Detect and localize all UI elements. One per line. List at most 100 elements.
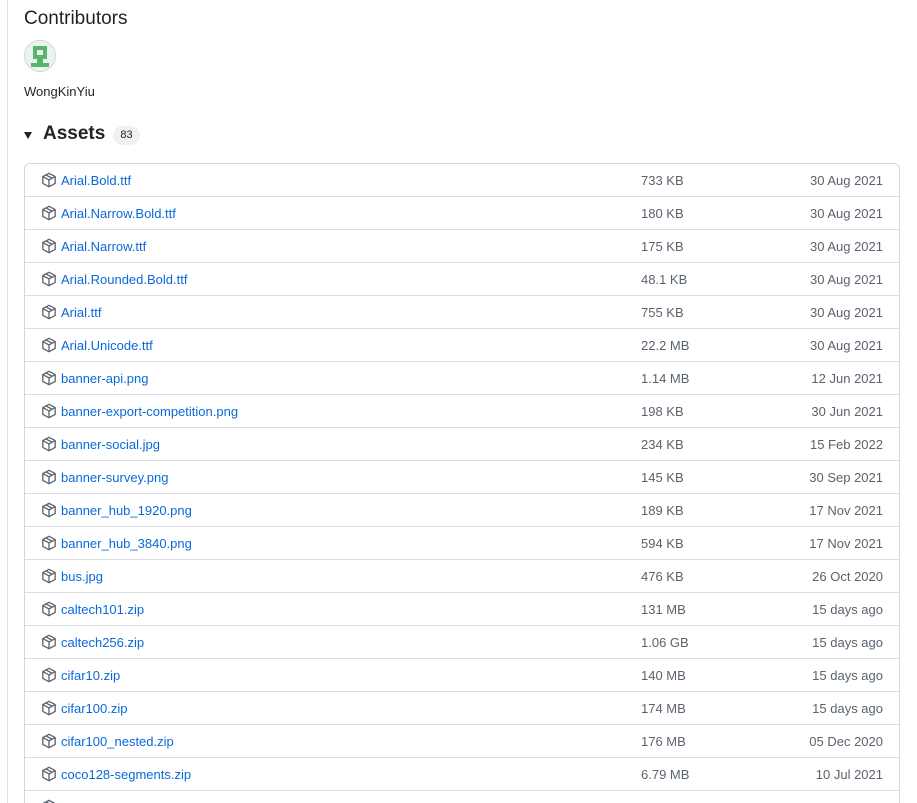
asset-download-link[interactable]: Arial.Unicode.ttf xyxy=(61,337,153,355)
asset-date: 15 days ago xyxy=(812,635,883,650)
asset-download-link[interactable]: cifar100.zip xyxy=(61,700,127,718)
asset-size: 1.06 GB xyxy=(641,635,689,650)
release-page: Contributors WongKinYiu Assets 83 Arial.… xyxy=(0,0,917,803)
column-divider xyxy=(7,0,8,803)
asset-row: cifar100_nested.zip 176 MB 05 Dec 2020 xyxy=(25,725,899,758)
asset-size: 733 KB xyxy=(641,173,684,188)
asset-size: 234 KB xyxy=(641,437,684,452)
package-icon xyxy=(41,238,57,254)
package-icon xyxy=(41,271,57,287)
asset-row: coco128-segments.zip 6.79 MB 10 Jul 2021 xyxy=(25,758,899,791)
package-icon xyxy=(41,700,57,716)
asset-size: 176 MB xyxy=(641,734,686,749)
asset-date: 30 Aug 2021 xyxy=(809,272,883,287)
asset-size: 198 KB xyxy=(641,404,684,419)
asset-download-link[interactable]: Arial.Narrow.Bold.ttf xyxy=(61,205,176,223)
assets-heading: Assets xyxy=(43,123,106,144)
asset-download-link[interactable]: cifar100_nested.zip xyxy=(61,733,174,751)
asset-download-link[interactable]: Arial.Bold.ttf xyxy=(61,172,131,190)
asset-download-link[interactable]: bus.jpg xyxy=(61,568,103,586)
asset-date: 15 days ago xyxy=(812,602,883,617)
package-icon xyxy=(41,502,57,518)
asset-download-link[interactable]: cifar10.zip xyxy=(61,667,120,685)
asset-download-link[interactable]: banner-api.png xyxy=(61,370,148,388)
asset-row: banner-export-competition.png 198 KB 30 Ju… xyxy=(25,395,899,428)
asset-download-link[interactable]: banner-social.jpg xyxy=(61,436,160,454)
asset-date: 15 Feb 2022 xyxy=(809,437,883,452)
asset-date: 15 days ago xyxy=(812,668,883,683)
package-icon xyxy=(41,766,57,782)
asset-date: 05 Dec 2020 xyxy=(809,734,883,749)
asset-date: 17 Nov 2021 xyxy=(809,536,883,551)
asset-download-link[interactable]: banner-survey.png xyxy=(61,469,168,487)
package-icon xyxy=(41,436,57,452)
asset-row: bus.jpg 476 KB 26 Oct 2020 xyxy=(25,560,899,593)
asset-download-link[interactable]: banner_hub_3840.png xyxy=(61,535,192,553)
package-icon xyxy=(41,304,57,320)
package-icon xyxy=(41,172,57,188)
asset-date: 12 Jun 2021 xyxy=(811,371,883,386)
asset-row: caltech256.zip 1.06 GB 15 days ago xyxy=(25,626,899,659)
asset-date: 10 Jul 2021 xyxy=(815,767,883,782)
asset-size: 180 KB xyxy=(641,206,684,221)
asset-row: Arial.Rounded.Bold.ttf 48.1 KB 30 Aug 2021 xyxy=(25,263,899,296)
assets-toggle[interactable]: Assets 83 xyxy=(24,122,140,146)
asset-size: 131 MB xyxy=(641,602,686,617)
package-icon xyxy=(41,337,57,353)
asset-size: 755 KB xyxy=(641,305,684,320)
contributor-name[interactable]: WongKinYiu xyxy=(24,83,95,101)
asset-date: 17 Nov 2021 xyxy=(809,503,883,518)
asset-date: 30 Aug 2021 xyxy=(809,206,883,221)
identicon-icon xyxy=(25,41,55,71)
package-icon xyxy=(41,370,57,386)
asset-download-link[interactable]: banner-export-competition.png xyxy=(61,403,238,421)
asset-date: 30 Aug 2021 xyxy=(809,239,883,254)
assets-count-badge: 83 xyxy=(113,126,140,145)
asset-download-link[interactable]: coco128-segments.zip xyxy=(61,766,191,784)
asset-size: 189 KB xyxy=(641,503,684,518)
asset-row: banner_hub_3840.png 594 KB 17 Nov 2021 xyxy=(25,527,899,560)
asset-download-link[interactable]: Arial.Narrow.ttf xyxy=(61,238,146,256)
package-icon xyxy=(41,568,57,584)
asset-date: 30 Aug 2021 xyxy=(809,305,883,320)
package-icon xyxy=(41,634,57,650)
asset-download-link[interactable]: caltech101.zip xyxy=(61,601,144,619)
package-icon xyxy=(41,403,57,419)
asset-size: 48.1 KB xyxy=(641,272,688,287)
package-icon xyxy=(41,535,57,551)
asset-row: banner_hub_1920.png 189 KB 17 Nov 2021 xyxy=(25,494,899,527)
package-icon xyxy=(41,733,57,749)
asset-size: 1.14 MB xyxy=(641,371,690,386)
triangle-down-icon xyxy=(24,131,32,139)
asset-size: 594 KB xyxy=(641,536,684,551)
asset-row: Arial.Bold.ttf 733 KB 30 Aug 2021 xyxy=(25,164,899,197)
contributor-avatar[interactable] xyxy=(24,40,56,72)
asset-size: 22.2 MB xyxy=(641,338,690,353)
asset-row: Arial.ttf 755 KB 30 Aug 2021 xyxy=(25,296,899,329)
asset-row: banner-social.jpg 234 KB 15 Feb 2022 xyxy=(25,428,899,461)
asset-row: banner-api.png 1.14 MB 12 Jun 2021 xyxy=(25,362,899,395)
package-icon xyxy=(41,205,57,221)
asset-size: 175 KB xyxy=(641,239,684,254)
package-icon xyxy=(41,469,57,485)
package-icon xyxy=(41,601,57,617)
asset-date: 30 Aug 2021 xyxy=(809,173,883,188)
asset-download-link[interactable]: banner_hub_1920.png xyxy=(61,502,192,520)
asset-date: 30 Sep 2021 xyxy=(809,470,883,485)
asset-download-link[interactable]: Arial.Rounded.Bold.ttf xyxy=(61,271,187,289)
asset-download-link[interactable]: caltech256.zip xyxy=(61,634,144,652)
asset-size: 145 KB xyxy=(641,470,684,485)
package-icon xyxy=(41,667,57,683)
asset-row: Arial.Unicode.ttf 22.2 MB 30 Aug 2021 xyxy=(25,329,899,362)
contributors-heading: Contributors xyxy=(24,8,128,29)
asset-row: Arial.Narrow.Bold.ttf 180 KB 30 Aug 2021 xyxy=(25,197,899,230)
asset-row: caltech101.zip 131 MB 15 days ago xyxy=(25,593,899,626)
assets-list: Arial.Bold.ttf 733 KB 30 Aug 2021 Arial.Nar… xyxy=(24,163,900,803)
asset-date: 15 days ago xyxy=(812,701,883,716)
asset-row: cifar100.zip 174 MB 15 days ago xyxy=(25,692,899,725)
package-icon xyxy=(41,799,57,803)
asset-row xyxy=(25,791,899,803)
asset-download-link[interactable]: Arial.ttf xyxy=(61,304,101,322)
asset-row: cifar10.zip 140 MB 15 days ago xyxy=(25,659,899,692)
asset-size: 140 MB xyxy=(641,668,686,683)
